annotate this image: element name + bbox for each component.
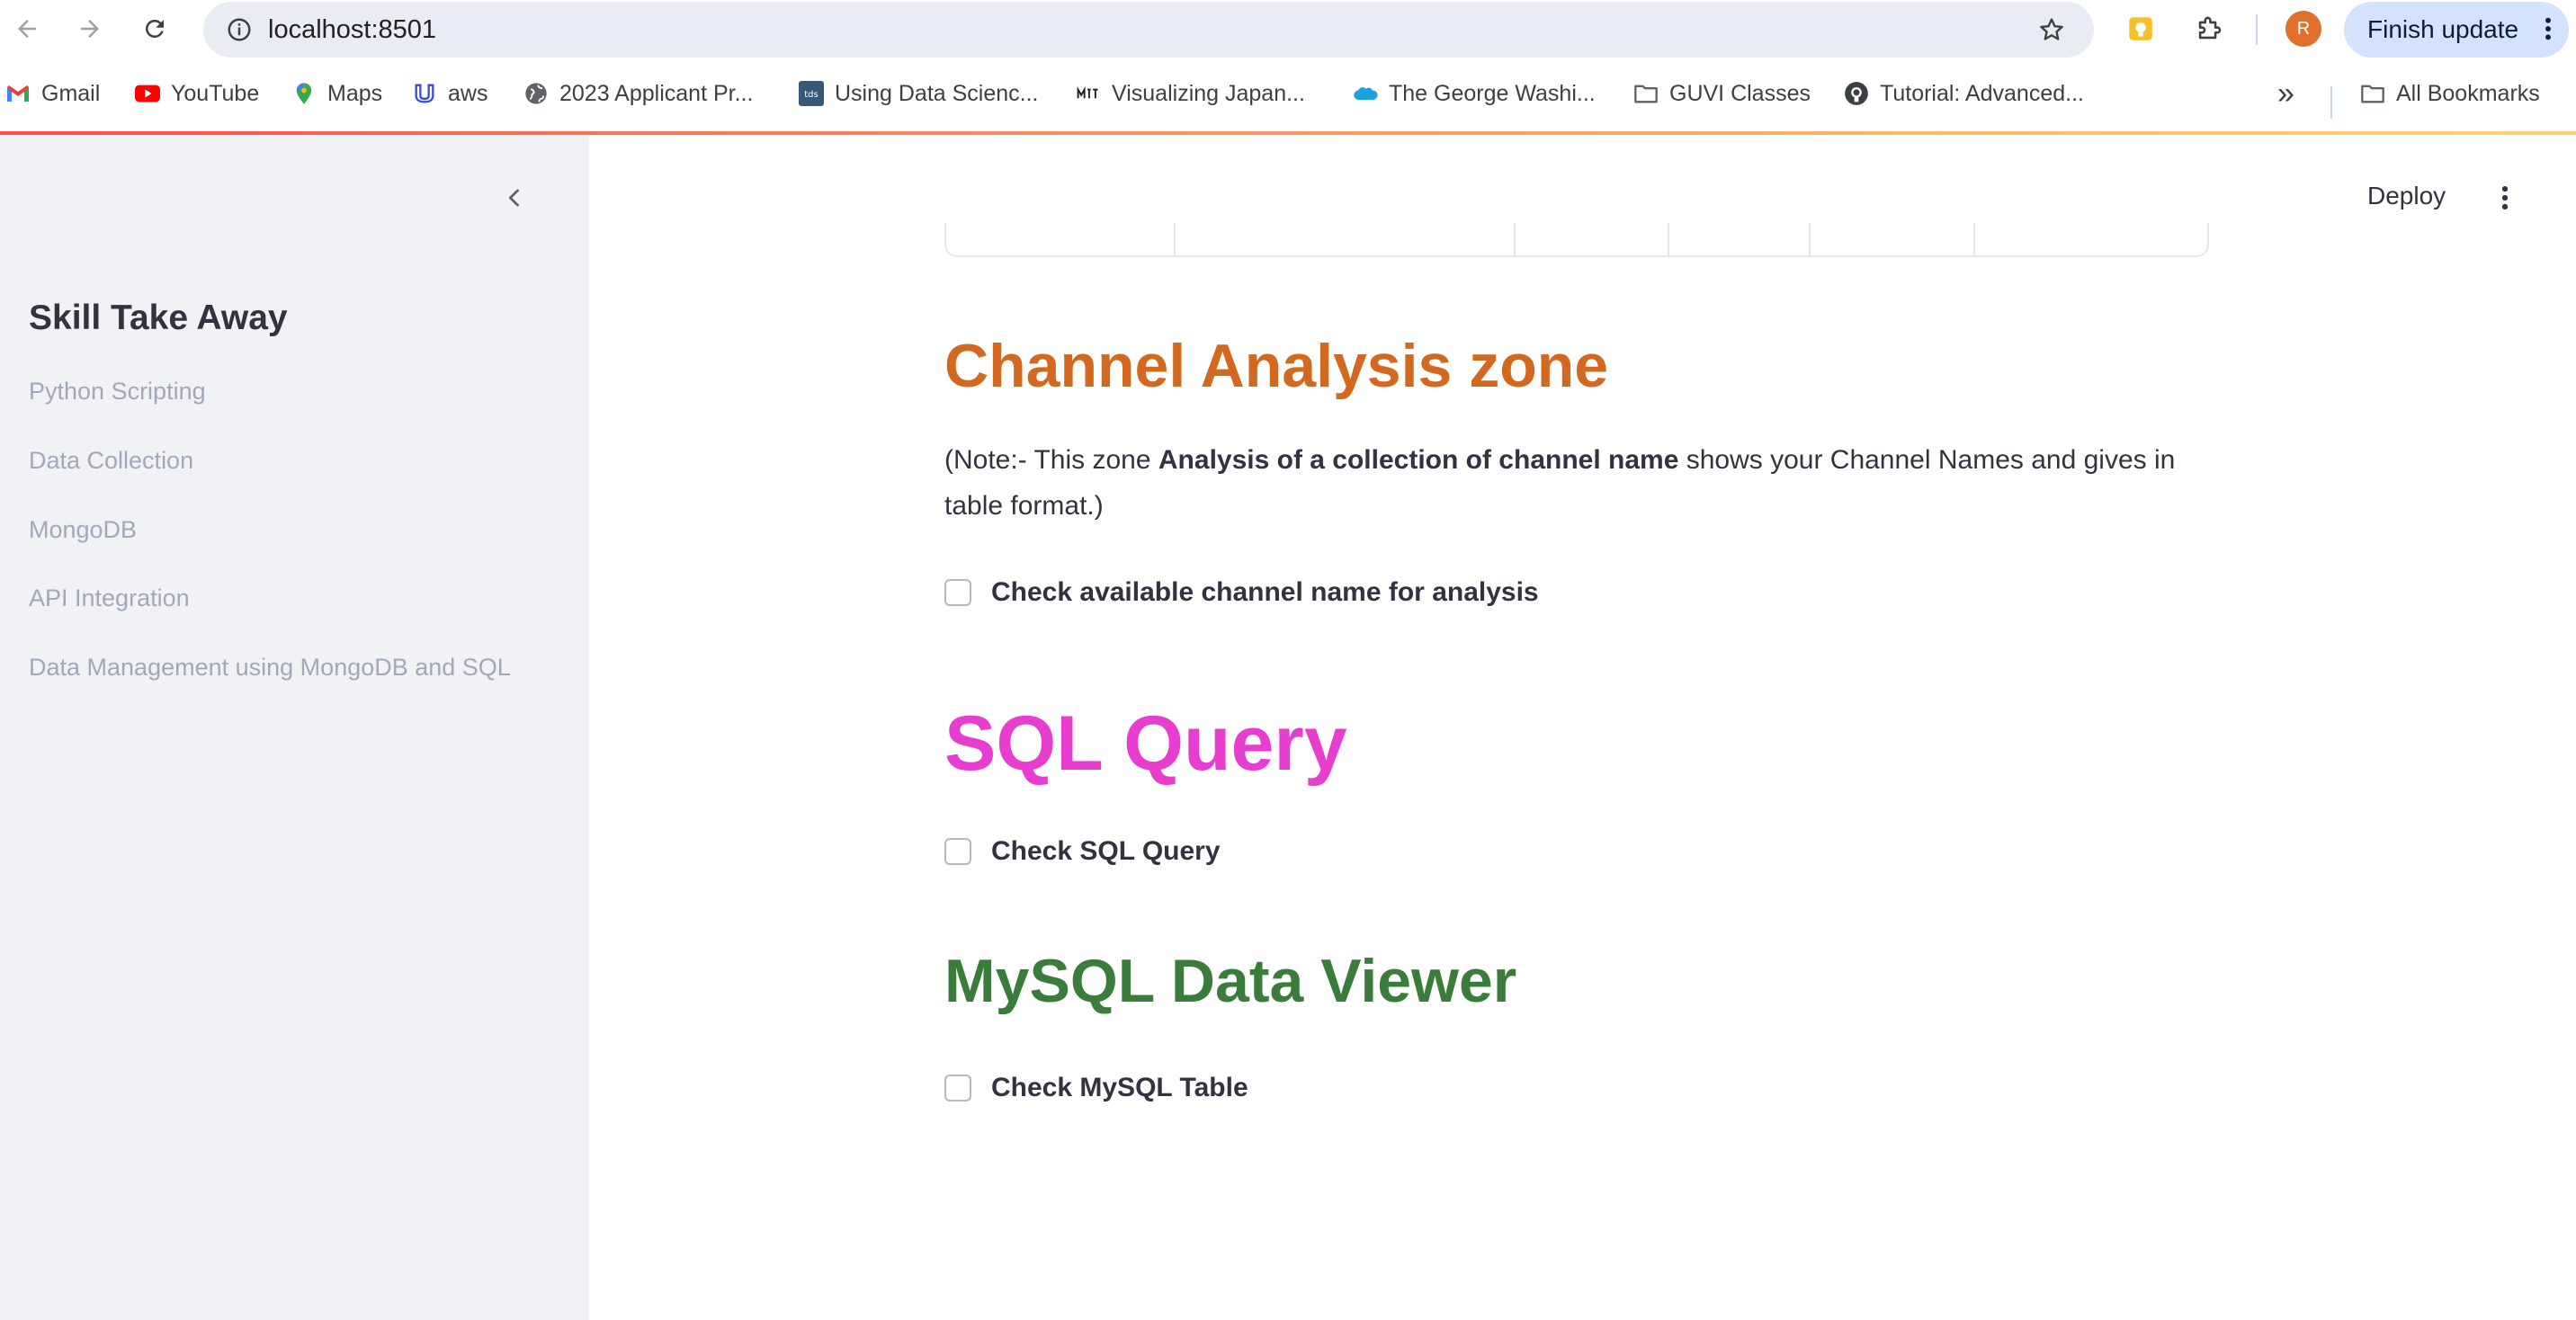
youtube-icon [135, 81, 160, 106]
bookmark-star-icon[interactable] [2035, 13, 2069, 47]
sidebar-title: Skill Take Away [29, 299, 288, 337]
channel-analysis-heading: Channel Analysis zone [944, 332, 1609, 400]
checkbox-label: Check MySQL Table [991, 1073, 1248, 1102]
bookmark-label: Visualizing Japan... [1112, 80, 1305, 106]
collapse-sidebar-button[interactable] [496, 180, 532, 216]
dataframe-bottom-edge [944, 223, 2209, 257]
forward-button[interactable] [68, 7, 112, 50]
svg-text:tds: tds [804, 90, 818, 100]
toolbar-separator [2256, 14, 2258, 45]
channel-analysis-note: (Note:- This zone Analysis of a collecti… [944, 437, 2222, 529]
checkbox-box[interactable] [944, 579, 971, 606]
channel-name-checkbox[interactable]: Check available channel name for analysi… [944, 577, 1539, 608]
sql-query-heading: SQL Query [944, 700, 1347, 787]
checkbox-box[interactable] [944, 838, 971, 865]
extension-keep-icon[interactable] [2121, 9, 2160, 49]
bookmark-youtube[interactable]: YouTube [135, 77, 259, 110]
sidebar-item-data-management: Data Management using MongoDB and SQL [29, 654, 511, 681]
profile-avatar[interactable]: R [2285, 11, 2321, 47]
udacity-icon [412, 81, 437, 106]
bookmark-data-science[interactable]: tds Using Data Scienc... [799, 77, 1039, 110]
chevron-left-icon [508, 189, 519, 207]
table-column-divider [1809, 223, 1811, 255]
bookmark-label: aws [448, 80, 488, 106]
table-column-divider [1973, 223, 1975, 255]
bookmark-applicant[interactable]: 2023 Applicant Pr... [523, 77, 753, 110]
table-column-divider [1174, 223, 1176, 255]
gmail-icon [5, 81, 31, 106]
salesforce-cloud-icon [1353, 81, 1378, 106]
bookmark-maps[interactable]: Maps [291, 77, 382, 110]
reload-button[interactable] [133, 7, 176, 50]
more-vert-icon [2501, 185, 2509, 210]
bookmark-label: Using Data Scienc... [835, 80, 1039, 106]
more-vert-icon [2544, 14, 2553, 49]
mysql-data-viewer-heading: MySQL Data Viewer [944, 947, 1517, 1015]
folder-icon [2360, 81, 2385, 106]
sidebar-item-data-collection: Data Collection [29, 447, 194, 474]
forward-arrow-icon [81, 20, 99, 38]
bookmark-george-washington[interactable]: The George Washi... [1353, 77, 1596, 110]
bookmark-gmail[interactable]: Gmail [5, 77, 100, 110]
bookmark-label: The George Washi... [1389, 80, 1596, 106]
bookmarks-separator [2330, 86, 2332, 119]
reload-icon [146, 19, 164, 38]
main-menu-button[interactable] [2491, 180, 2518, 216]
bookmark-visualizing-japan[interactable]: Visualizing Japan... [1076, 77, 1305, 110]
checkbox-label: Check available channel name for analysi… [991, 577, 1539, 607]
bookmark-label: Tutorial: Advanced... [1880, 80, 2084, 106]
extensions-puzzle-icon[interactable] [2189, 9, 2229, 49]
address-bar[interactable]: localhost:8501 [203, 2, 2094, 58]
folder-icon [1633, 81, 1659, 106]
maps-icon [291, 81, 317, 106]
bookmark-guvi-classes[interactable]: GUVI Classes [1633, 77, 1811, 110]
globe-icon [523, 81, 549, 106]
back-arrow-icon [18, 20, 36, 38]
bookmark-label: Gmail [41, 80, 101, 106]
sidebar: Skill Take Away Python Scripting Data Co… [0, 135, 589, 1320]
bookmark-aws[interactable]: aws [412, 77, 487, 110]
finish-update-button[interactable]: Finish update [2344, 2, 2569, 58]
back-button[interactable] [5, 7, 49, 50]
note-prefix: (Note:- This zone [944, 445, 1158, 475]
sidebar-item-api-integration: API Integration [29, 584, 190, 611]
checkbox-label: Check SQL Query [991, 836, 1221, 866]
bookmarks-bar: Gmail YouTube Maps aws 2023 Applicant Pr… [0, 70, 2576, 119]
bookmark-label: 2023 Applicant Pr... [559, 80, 754, 106]
more-bookmarks-button[interactable]: » [2277, 76, 2294, 111]
deploy-button[interactable]: Deploy [2367, 182, 2446, 210]
table-column-divider [1668, 223, 1669, 255]
url-text[interactable]: localhost:8501 [268, 13, 436, 47]
note-bold-text: Analysis of a collection of channel name [1158, 445, 1679, 475]
mit-icon [1076, 81, 1101, 106]
finish-update-label: Finish update [2367, 15, 2519, 43]
table-column-divider [1514, 223, 1516, 255]
sidebar-item-python-scripting: Python Scripting [29, 378, 206, 405]
all-bookmarks[interactable]: All Bookmarks [2360, 77, 2540, 110]
bookmark-label: All Bookmarks [2396, 80, 2540, 106]
bookmark-label: Maps [327, 80, 383, 106]
site-info-icon[interactable] [223, 13, 255, 46]
main-content [589, 135, 2576, 1320]
mysql-table-checkbox[interactable]: Check MySQL Table [944, 1073, 1248, 1103]
github-icon [1844, 81, 1869, 106]
bookmark-label: GUVI Classes [1669, 80, 1811, 106]
bookmark-tutorial[interactable]: Tutorial: Advanced... [1844, 77, 2084, 110]
tds-icon: tds [799, 81, 824, 106]
browser-toolbar: localhost:8501 R Finish update Gmail You… [0, 0, 2576, 135]
bookmark-label: YouTube [171, 80, 260, 106]
sql-query-checkbox[interactable]: Check SQL Query [944, 836, 1221, 867]
checkbox-box[interactable] [944, 1075, 971, 1101]
sidebar-item-mongodb: MongoDB [29, 516, 138, 543]
